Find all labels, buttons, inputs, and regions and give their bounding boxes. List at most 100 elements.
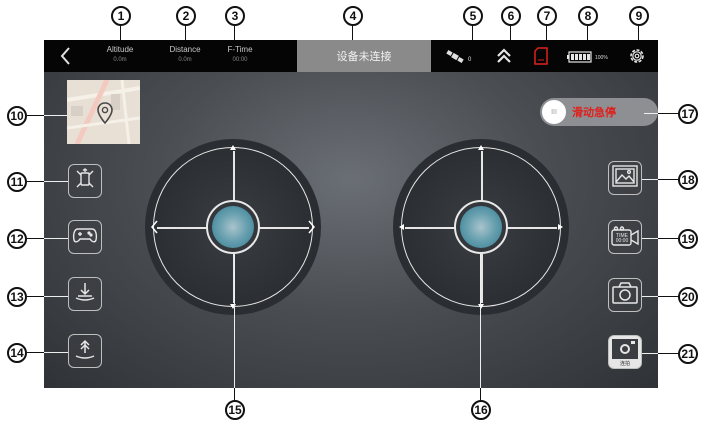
satellite-icon xyxy=(446,49,466,65)
gamepad-icon xyxy=(72,225,98,250)
leader-line-15 xyxy=(234,388,235,400)
video-record-button[interactable]: TIME 00:00 xyxy=(608,220,642,254)
callout-1: 1 xyxy=(111,6,131,26)
burst-photo-button[interactable]: 连拍 xyxy=(608,335,642,369)
video-camera-icon: TIME 00:00 xyxy=(611,226,639,248)
connection-status[interactable]: 设备未连接 xyxy=(297,40,431,72)
altitude-readout: Altitude 0.0m xyxy=(100,40,140,72)
callout-7: 7 xyxy=(537,6,557,26)
leader-line-13-inner xyxy=(44,296,68,297)
photo-burst-icon: 连拍 xyxy=(611,338,639,367)
flip-button[interactable] xyxy=(68,164,102,198)
altitude-label: Altitude xyxy=(106,45,134,54)
leader-line-8 xyxy=(587,26,588,40)
slider-knob[interactable]: III xyxy=(542,100,566,124)
callout-19: 19 xyxy=(678,229,698,249)
callout-21: 21 xyxy=(678,344,698,364)
leader-line-18 xyxy=(658,179,678,180)
leader-line-12 xyxy=(27,238,44,239)
callout-10: 10 xyxy=(7,106,27,126)
callout-17: 17 xyxy=(678,104,698,124)
leader-line-11-inner xyxy=(44,181,68,182)
distance-readout: Distance 0.0m xyxy=(162,40,208,72)
leader-line-13 xyxy=(27,296,44,297)
leader-line-18-inner xyxy=(642,179,658,180)
leader-line-14-inner xyxy=(44,352,68,353)
left-joystick[interactable] xyxy=(145,139,321,315)
distance-value: 0.0m xyxy=(178,57,192,63)
left-joystick-arrows-icon xyxy=(151,145,315,309)
leader-line-19-inner xyxy=(642,238,658,239)
sd-card-icon xyxy=(534,47,548,65)
battery-icon xyxy=(567,50,593,63)
satellite-count: 0 xyxy=(468,57,472,63)
leader-line-17 xyxy=(658,113,678,114)
callout-5: 5 xyxy=(463,6,483,26)
leader-line-7 xyxy=(546,26,547,40)
land-button[interactable] xyxy=(68,277,102,311)
mini-map[interactable] xyxy=(67,80,140,144)
gallery-icon xyxy=(612,164,638,192)
battery-percent: 100% xyxy=(595,55,608,61)
flight-time-readout: F-Time 00:00 xyxy=(220,40,260,72)
gamepad-button[interactable] xyxy=(68,220,102,254)
leader-line-20-inner xyxy=(642,296,658,297)
leader-line-12-inner xyxy=(44,238,68,239)
right-joystick[interactable] xyxy=(393,139,569,315)
callout-2: 2 xyxy=(176,6,196,26)
land-icon xyxy=(73,280,97,309)
callout-8: 8 xyxy=(578,6,598,26)
leader-line-16 xyxy=(480,388,481,400)
leader-line-15-inner xyxy=(234,254,235,388)
leader-line-5 xyxy=(472,26,473,40)
callout-14: 14 xyxy=(7,343,27,363)
leader-line-10 xyxy=(27,115,44,116)
callout-16: 16 xyxy=(471,400,491,420)
emergency-stop-label: 滑动急停 xyxy=(572,107,616,119)
callout-15: 15 xyxy=(225,400,245,420)
takeoff-icon xyxy=(73,337,97,366)
callout-6: 6 xyxy=(501,6,521,26)
flight-time-value: 00:00 xyxy=(232,57,248,63)
callout-12: 12 xyxy=(7,229,27,249)
callout-18: 18 xyxy=(678,170,698,190)
leader-line-21 xyxy=(658,353,678,354)
return-home-icon[interactable] xyxy=(496,48,512,64)
leader-line-1 xyxy=(120,26,121,40)
leader-line-16-inner xyxy=(480,254,481,388)
app-screen: Altitude 0.0m Distance 0.0m F-Time 00:00… xyxy=(44,40,658,388)
callout-20: 20 xyxy=(678,287,698,307)
leader-line-4 xyxy=(352,26,353,40)
right-joystick-arrows-icon xyxy=(399,145,563,309)
callout-11: 11 xyxy=(7,172,27,192)
leader-line-11 xyxy=(27,181,44,182)
callout-9: 9 xyxy=(629,6,649,26)
flight-time-label: F-Time xyxy=(227,45,253,54)
flip-icon xyxy=(73,167,97,196)
callout-4: 4 xyxy=(343,6,363,26)
leader-line-17-inner xyxy=(644,113,658,114)
leader-line-21-inner xyxy=(642,353,658,354)
leader-line-9 xyxy=(638,26,639,40)
leader-line-2 xyxy=(185,26,186,40)
map-pin-icon xyxy=(97,102,113,125)
callout-13: 13 xyxy=(7,287,27,307)
back-chevron-icon[interactable] xyxy=(56,45,76,67)
leader-line-6 xyxy=(510,26,511,40)
take-photo-button[interactable] xyxy=(608,278,642,312)
leader-line-19 xyxy=(658,238,678,239)
takeoff-button[interactable] xyxy=(68,334,102,368)
distance-label: Distance xyxy=(169,45,201,54)
leader-line-3 xyxy=(234,26,235,40)
gallery-button[interactable] xyxy=(608,161,642,195)
callout-3: 3 xyxy=(225,6,245,26)
burst-photo-label: 连拍 xyxy=(619,361,630,367)
leader-line-20 xyxy=(658,296,678,297)
record-timer-text: TIME 00:00 xyxy=(615,233,629,244)
camera-icon xyxy=(612,281,638,309)
altitude-value: 0.0m xyxy=(113,57,127,63)
settings-gear-icon[interactable] xyxy=(628,47,646,65)
leader-line-10-inner xyxy=(44,115,67,116)
emergency-stop-slider[interactable]: III 滑动急停 xyxy=(540,98,658,126)
leader-line-14 xyxy=(27,352,44,353)
